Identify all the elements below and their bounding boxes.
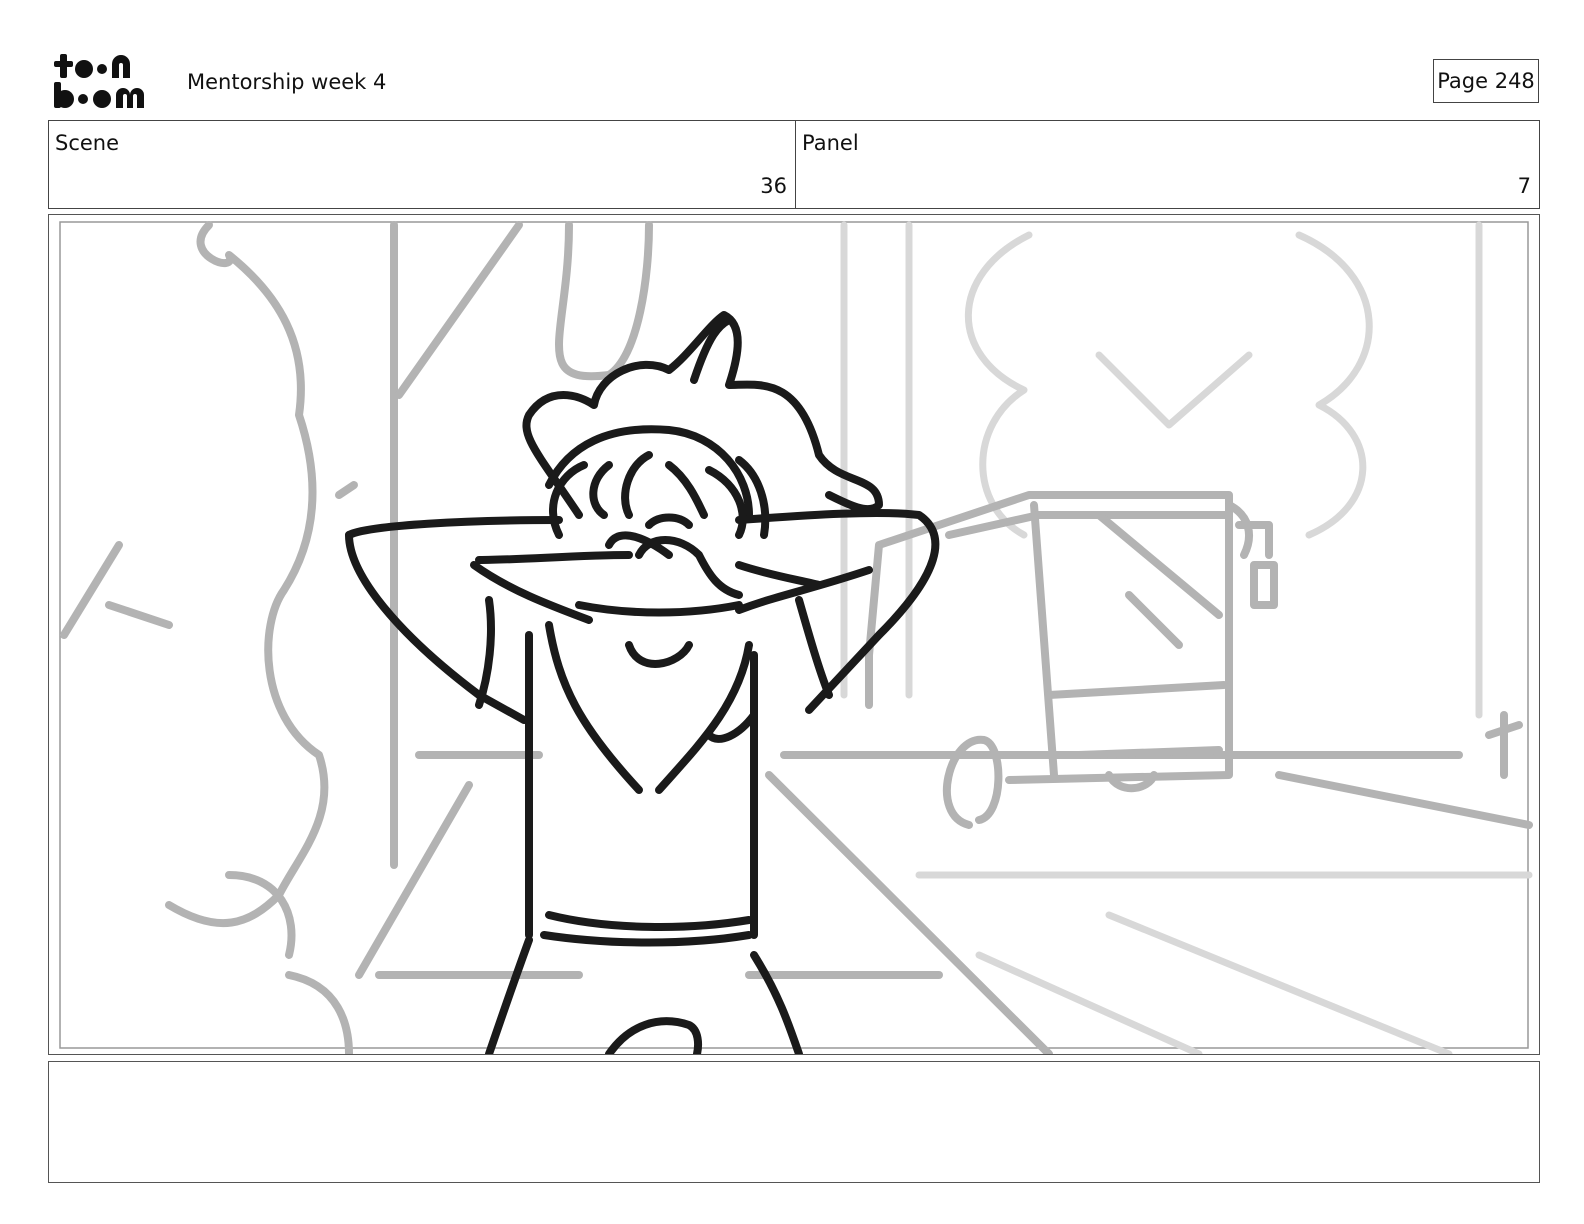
storyboard-drawing [59, 221, 1533, 1054]
document-title: Mentorship week 4 [187, 70, 387, 94]
background-street-sketch [60, 221, 1533, 1054]
scene-panel-header: Scene 36 Panel 7 [48, 120, 1540, 209]
panel-notes-box [48, 1061, 1540, 1183]
panel-number: 7 [1517, 174, 1531, 198]
toon-boom-logo [54, 54, 144, 108]
background-buildings-sketch [840, 221, 1533, 1054]
scene-cell: Scene 36 [49, 121, 796, 208]
scene-number: 36 [760, 174, 787, 198]
panel-label: Panel [802, 131, 859, 155]
panel-cell: Panel 7 [796, 121, 1539, 208]
page-number: Page 248 [1433, 59, 1539, 103]
storyboard-panel-frame [48, 214, 1540, 1055]
safe-frame-border [59, 221, 1529, 1049]
scene-label: Scene [55, 131, 120, 155]
